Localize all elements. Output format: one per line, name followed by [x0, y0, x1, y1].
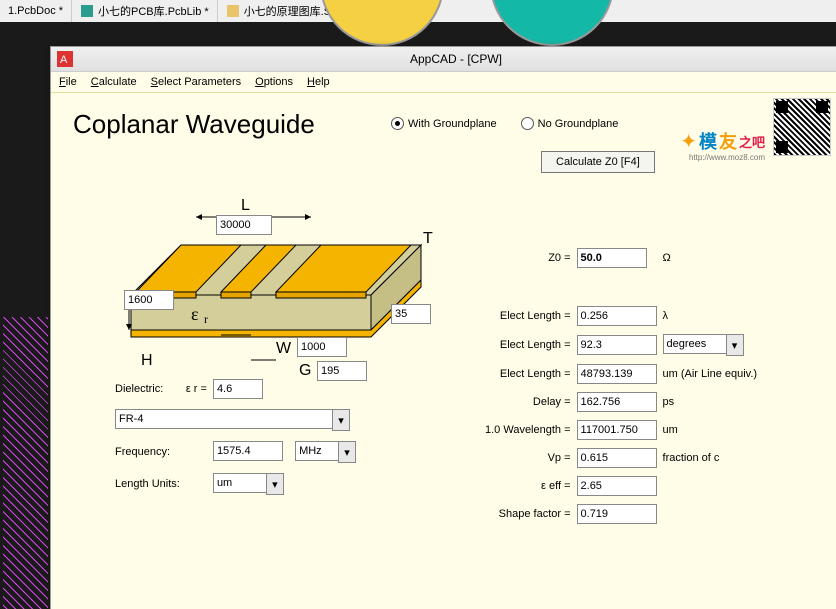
dropdown-icon[interactable]: ▾: [332, 409, 350, 431]
output-elect-length-um[interactable]: [577, 364, 657, 384]
dropdown-icon[interactable]: ▾: [726, 334, 744, 356]
menu-calculate[interactable]: Calculate: [91, 76, 137, 88]
output-wavelength[interactable]: [577, 420, 657, 440]
wavelength-unit: um: [661, 417, 760, 443]
radio-no-groundplane[interactable]: [521, 117, 534, 130]
radio-with-groundplane-label: With Groundplane: [408, 118, 497, 130]
input-frequency[interactable]: [213, 441, 283, 461]
menu-select-parameters[interactable]: Select Parameters: [151, 76, 242, 88]
input-L[interactable]: [216, 215, 272, 235]
groundplane-group: With Groundplane No Groundplane: [391, 117, 618, 130]
elect-length-deg-label: Elect Length =: [483, 331, 573, 359]
frequency-label: Frequency:: [113, 437, 182, 467]
input-er[interactable]: [213, 379, 263, 399]
label-H: H: [141, 352, 153, 369]
output-elect-length-lambda[interactable]: [577, 306, 657, 326]
material-value[interactable]: [115, 409, 332, 429]
menu-help[interactable]: Help: [307, 76, 330, 88]
vp-unit: fraction of c: [661, 445, 760, 471]
frequency-unit-select[interactable]: ▾: [295, 441, 356, 463]
calculate-z0-button[interactable]: Calculate Z0 [F4]: [541, 151, 655, 173]
angle-unit-select[interactable]: ▾: [663, 334, 744, 356]
er-sublabel: ε r =: [184, 375, 209, 403]
delay-label: Delay =: [483, 389, 573, 415]
output-shape-factor[interactable]: [577, 504, 657, 524]
radio-no-groundplane-label: No Groundplane: [538, 118, 619, 130]
titlebar: A AppCAD - [CPW]: [51, 47, 836, 72]
output-z0[interactable]: [577, 248, 647, 268]
cpw-diagram: L H T W G εr: [81, 135, 441, 375]
hatched-region: [3, 317, 48, 609]
shape-label: Shape factor =: [483, 501, 573, 527]
length-units-label: Length Units:: [113, 469, 182, 499]
label-L: L: [241, 197, 250, 214]
eeff-label: ε eff =: [483, 473, 573, 499]
output-elect-length-deg[interactable]: [577, 335, 657, 355]
z0-label: Z0 =: [483, 245, 573, 271]
menu-options[interactable]: Options: [255, 76, 293, 88]
input-H[interactable]: [124, 290, 174, 310]
label-W: W: [276, 340, 292, 357]
menu-file[interactable]: File: [59, 76, 77, 88]
output-eeff[interactable]: [577, 476, 657, 496]
qr-code: [773, 98, 831, 156]
tab-pcblib[interactable]: 小七的PCB库.PcbLib *: [72, 0, 218, 22]
svg-text:A: A: [60, 54, 68, 66]
app-icon: A: [57, 51, 73, 67]
input-W[interactable]: [297, 337, 347, 357]
results-form: Z0 = Ω Elect Length = λ Elect Length = ▾…: [481, 243, 761, 529]
pcblib-icon: [80, 4, 94, 18]
output-delay[interactable]: [577, 392, 657, 412]
svg-text:r: r: [204, 312, 208, 326]
dropdown-icon[interactable]: ▾: [338, 441, 356, 463]
watermark-logo: ✦ 模友 之吧 http://www.moz8.com: [680, 128, 765, 154]
input-T[interactable]: [391, 304, 431, 324]
schlib-icon: [226, 4, 240, 18]
label-T: T: [423, 230, 433, 247]
radio-with-groundplane[interactable]: [391, 117, 404, 130]
elect-length-um-label: Elect Length =: [483, 361, 573, 387]
elect-length-lambda-unit: λ: [661, 303, 760, 329]
z0-unit: Ω: [661, 245, 760, 271]
length-unit-select[interactable]: ▾: [213, 473, 284, 495]
elect-length-lambda-label: Elect Length =: [483, 303, 573, 329]
window-title: AppCAD - [CPW]: [81, 52, 831, 66]
vp-label: Vp =: [483, 445, 573, 471]
dropdown-icon[interactable]: ▾: [266, 473, 284, 495]
output-vp[interactable]: [577, 448, 657, 468]
left-form: Dielectric: ε r = ▾ Frequency: ▾ Length …: [111, 373, 360, 501]
tab-pcbdoc[interactable]: 1.PcbDoc *: [0, 0, 72, 22]
watermark-url: http://www.moz8.com: [689, 153, 765, 162]
dielectric-label: Dielectric:: [113, 375, 182, 403]
label-er: ε: [191, 304, 199, 324]
material-select[interactable]: ▾: [115, 409, 356, 431]
appcad-window: A AppCAD - [CPW] File Calculate Select P…: [50, 46, 836, 609]
elect-length-um-unit: um (Air Line equiv.): [661, 361, 760, 387]
star-icon: ✦: [680, 129, 697, 154]
delay-unit: ps: [661, 389, 760, 415]
menubar: File Calculate Select Parameters Options…: [51, 72, 836, 93]
wavelength-label: 1.0 Wavelength =: [483, 417, 573, 443]
